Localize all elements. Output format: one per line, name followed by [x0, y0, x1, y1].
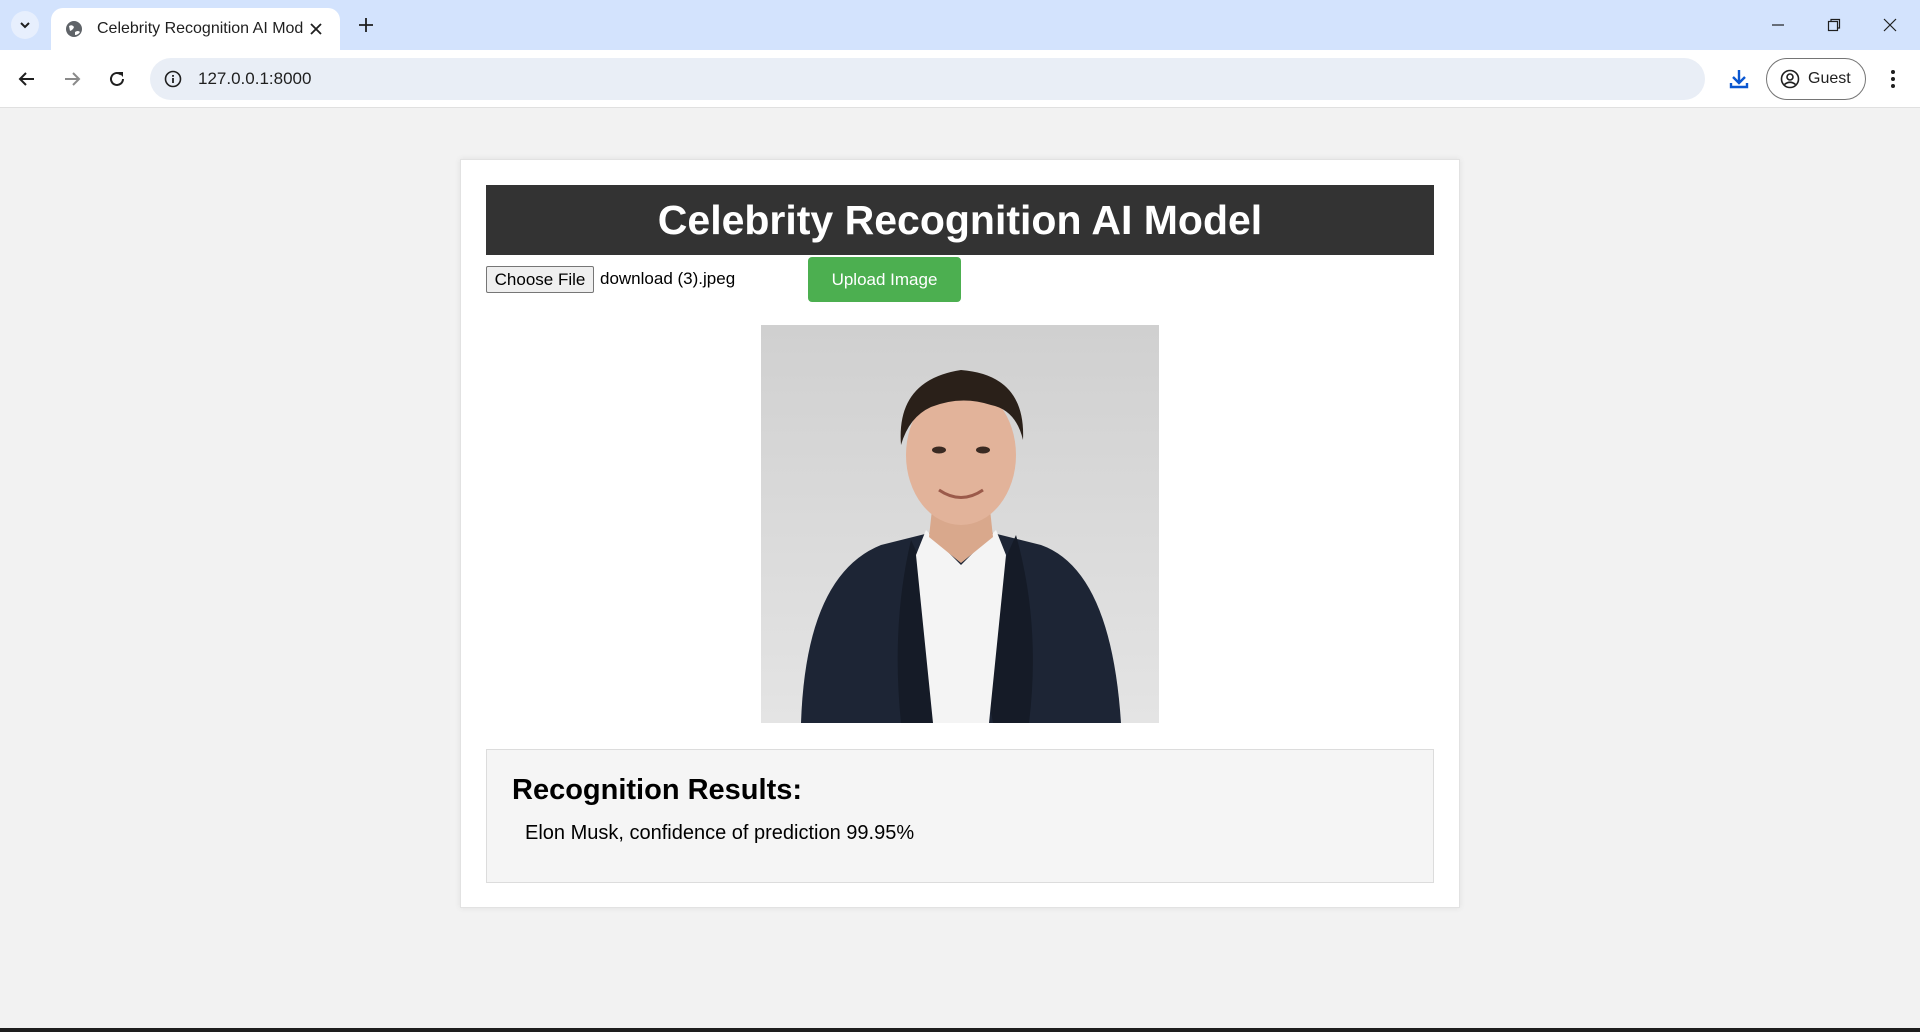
arrow-left-icon — [18, 72, 34, 86]
choose-file-button[interactable]: Choose File — [486, 266, 594, 293]
profile-button[interactable]: Guest — [1766, 58, 1866, 100]
browser-menu-button[interactable] — [1876, 62, 1910, 96]
kebab-menu-icon — [1891, 70, 1895, 88]
chevron-down-icon — [20, 22, 30, 29]
download-icon — [1729, 70, 1749, 89]
minimize-icon — [1772, 24, 1784, 26]
minimize-button[interactable] — [1750, 0, 1806, 50]
restore-button[interactable] — [1806, 0, 1862, 50]
plus-icon — [359, 18, 373, 32]
browser-tab-active[interactable]: Celebrity Recognition AI Model — [51, 8, 340, 50]
close-icon[interactable] — [304, 17, 328, 41]
back-button[interactable] — [10, 62, 44, 96]
account-icon — [1780, 69, 1800, 89]
results-panel: Recognition Results: Elon Musk, confiden… — [486, 749, 1434, 883]
globe-icon — [65, 20, 83, 38]
new-tab-button[interactable] — [352, 11, 380, 39]
profile-label: Guest — [1808, 70, 1851, 87]
forward-button[interactable] — [55, 62, 89, 96]
tab-search-button[interactable] — [11, 11, 39, 39]
window-close-button[interactable] — [1862, 0, 1918, 50]
downloads-button[interactable] — [1722, 62, 1756, 96]
results-heading: Recognition Results: — [512, 774, 803, 806]
page-title: Celebrity Recognition AI Model — [657, 196, 1263, 243]
address-url: 127.0.0.1:8000 — [198, 69, 312, 88]
result-item: Elon Musk, confidence of prediction 99.9… — [525, 822, 915, 844]
info-icon[interactable] — [162, 68, 184, 90]
restore-icon — [1827, 18, 1841, 32]
uploaded-photo — [761, 325, 1159, 723]
close-icon — [1883, 18, 1897, 32]
page-header: Celebrity Recognition AI Model — [486, 185, 1434, 255]
main-card: Celebrity Recognition AI Model Choose Fi… — [460, 159, 1460, 908]
address-bar[interactable]: 127.0.0.1:8000 — [150, 58, 1705, 100]
tab-title: Celebrity Recognition AI Model — [97, 20, 304, 37]
reload-button[interactable] — [100, 62, 134, 96]
upload-image-button[interactable]: Upload Image — [808, 257, 961, 302]
arrow-right-icon — [65, 72, 81, 86]
browser-toolbar: 127.0.0.1:8000 Guest — [0, 50, 1920, 108]
taskbar-edge — [0, 1028, 1920, 1032]
page-viewport: Celebrity Recognition AI Model Choose Fi… — [0, 109, 1920, 1032]
reload-icon — [110, 71, 124, 86]
selected-file-name: download (3).jpeg — [600, 269, 736, 288]
browser-tabstrip: Celebrity Recognition AI Model — [0, 0, 1920, 50]
